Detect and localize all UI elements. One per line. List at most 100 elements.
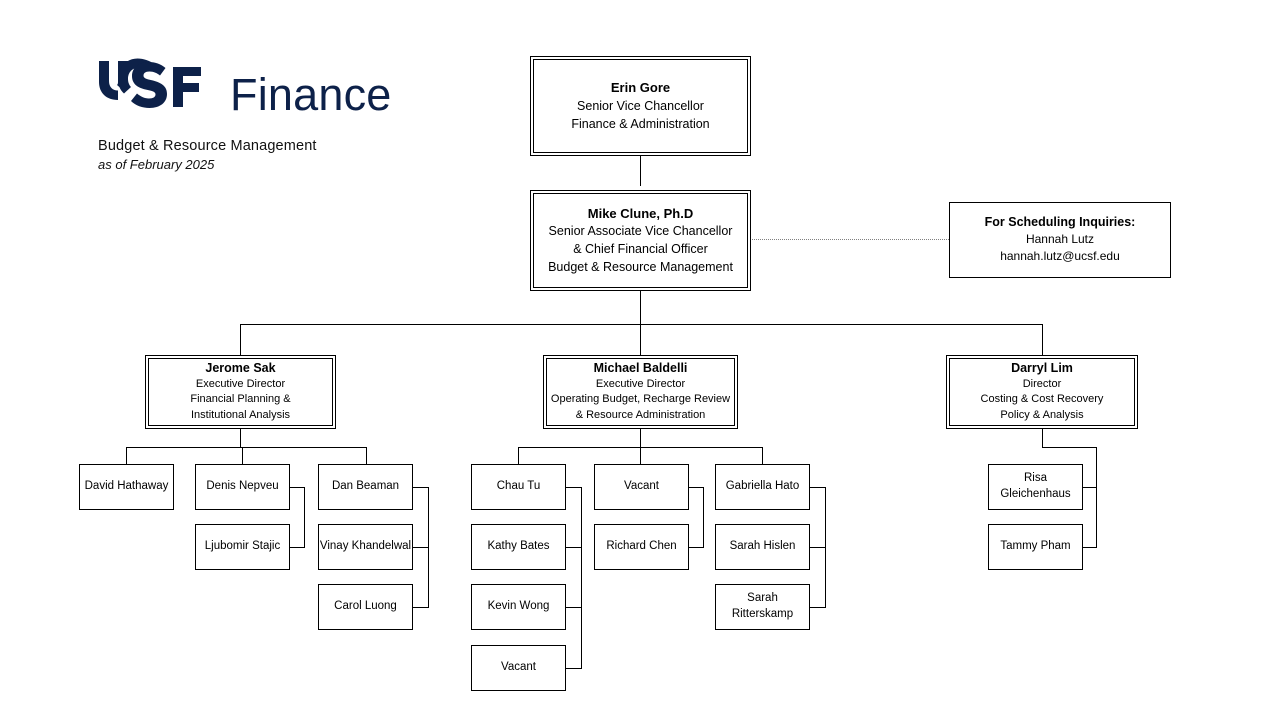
connector-directors-bus	[240, 324, 1043, 325]
connector-bus-to-lim	[1042, 324, 1043, 355]
node-name: Erin Gore	[610, 80, 671, 96]
node-michael-baldelli[interactable]: Michael Baldelli Executive Director Oper…	[543, 355, 738, 429]
connector-chen-stub	[689, 547, 704, 548]
node-line-3: Institutional Analysis	[190, 409, 291, 422]
node-dan-beaman[interactable]: Dan Beaman	[318, 464, 413, 510]
connector-wong-stub	[566, 607, 582, 608]
node-name: Kevin Wong	[487, 600, 550, 613]
connector-nepveu-spine	[304, 487, 305, 547]
node-chau-tu[interactable]: Chau Tu	[471, 464, 566, 510]
connector-ritterskamp-stub	[810, 607, 826, 608]
node-gabriella-hato[interactable]: Gabriella Hato	[715, 464, 810, 510]
node-kevin-wong[interactable]: Kevin Wong	[471, 584, 566, 630]
node-line-1: Senior Vice Chancellor	[577, 98, 704, 113]
node-name: Richard Chen	[606, 540, 677, 553]
connector-baldelli-to-hato-group	[762, 447, 763, 464]
node-risa-gleichenhaus[interactable]: Risa Gleichenhaus	[988, 464, 1083, 510]
node-kathy-bates[interactable]: Kathy Bates	[471, 524, 566, 570]
as-of-date: as of February 2025	[98, 157, 215, 172]
node-line-2: Finance & Administration	[571, 116, 710, 131]
node-name: Carol Luong	[334, 600, 397, 613]
node-name: Vacant	[624, 480, 659, 493]
node-name: Vacant	[501, 661, 536, 674]
connector-bus-to-sak	[240, 324, 241, 355]
node-tammy-pham[interactable]: Tammy Pham	[988, 524, 1083, 570]
connector-hato-stub	[810, 487, 826, 488]
node-line-3: Policy & Analysis	[1000, 409, 1084, 422]
node-name: Mike Clune, Ph.D	[587, 205, 694, 221]
connector-sak-to-beaman-group	[366, 447, 367, 464]
node-scheduling-inquiries[interactable]: For Scheduling Inquiries: Hannah Lutz ha…	[949, 202, 1171, 278]
org-chart-canvas: Finance Budget & Resource Management as …	[0, 0, 1280, 720]
connector-lim-spine	[1096, 447, 1097, 547]
node-name: Darryl Lim	[1011, 360, 1073, 375]
connector-sak-bus	[126, 447, 367, 448]
connector-beaman-stub	[413, 487, 429, 488]
connector-sak-to-hathaway	[126, 447, 127, 464]
node-name-line-1: Sarah	[747, 592, 778, 605]
connector-midvacant-stub	[689, 487, 704, 488]
node-title: For Scheduling Inquiries:	[984, 215, 1136, 230]
node-ljubomir-stajic[interactable]: Ljubomir Stajic	[195, 524, 290, 570]
node-erin-gore[interactable]: Erin Gore Senior Vice Chancellor Finance…	[530, 56, 751, 156]
logo-lockup: Finance	[98, 58, 498, 120]
node-name-line-1: Risa	[1023, 472, 1047, 485]
connector-nepveu-stub	[289, 487, 305, 488]
connector-evc-to-cfo	[640, 156, 641, 186]
connector-luong-stub	[413, 607, 429, 608]
connector-lim-bus	[1042, 447, 1097, 448]
node-name: Jerome Sak	[205, 360, 276, 375]
node-name: David Hathaway	[84, 480, 169, 493]
node-line-1: Executive Director	[595, 377, 686, 390]
node-line-3: & Resource Administration	[575, 409, 706, 422]
node-david-hathaway[interactable]: David Hathaway	[79, 464, 174, 510]
node-line-2: & Chief Financial Officer	[573, 242, 708, 257]
node-richard-chen[interactable]: Richard Chen	[594, 524, 689, 570]
connector-baldelli-to-vacant-group	[640, 447, 641, 464]
node-vacant-middle[interactable]: Vacant	[594, 464, 689, 510]
connector-baldelli-down	[640, 429, 641, 447]
node-darryl-lim[interactable]: Darryl Lim Director Costing & Cost Recov…	[946, 355, 1138, 429]
node-line-2: Costing & Cost Recovery	[980, 393, 1104, 406]
connector-pham-stub	[1082, 547, 1097, 548]
connector-midvacant-spine	[703, 487, 704, 547]
node-line-1: Executive Director	[195, 377, 286, 390]
node-name: Sarah Hislen	[729, 540, 796, 553]
node-name-line-2: Gleichenhaus	[1000, 488, 1071, 500]
node-name: Denis Nepveu	[206, 480, 279, 493]
node-denis-nepveu[interactable]: Denis Nepveu	[195, 464, 290, 510]
node-sarah-hislen[interactable]: Sarah Hislen	[715, 524, 810, 570]
connector-lim-down	[1042, 429, 1043, 447]
connector-risa-stub	[1082, 487, 1097, 488]
node-contact-email: hannah.lutz@ucsf.edu	[1000, 249, 1120, 264]
node-line-3: Budget & Resource Management	[548, 260, 733, 275]
brand-header: Finance Budget & Resource Management as …	[98, 58, 498, 172]
node-name: Ljubomir Stajic	[204, 540, 281, 553]
node-name: Chau Tu	[496, 480, 541, 493]
connector-stajic-stub	[289, 547, 305, 548]
unit-title: Budget & Resource Management	[98, 138, 317, 154]
node-mike-clune[interactable]: Mike Clune, Ph.D Senior Associate Vice C…	[530, 190, 751, 291]
node-jerome-sak[interactable]: Jerome Sak Executive Director Financial …	[145, 355, 336, 429]
node-contact-name: Hannah Lutz	[1025, 232, 1095, 247]
connector-sak-down	[240, 429, 241, 447]
node-line-1: Director	[1022, 377, 1062, 390]
node-carol-luong[interactable]: Carol Luong	[318, 584, 413, 630]
node-name: Vinay Khandelwal	[319, 540, 412, 553]
node-sarah-ritterskamp[interactable]: Sarah Ritterskamp	[715, 584, 810, 630]
connector-bates-stub	[566, 547, 582, 548]
connector-tu-stub	[566, 487, 582, 488]
node-line-2: Financial Planning &	[190, 393, 291, 406]
node-vinay-khandelwal[interactable]: Vinay Khandelwal	[318, 524, 413, 570]
node-vacant-chau-tu-column[interactable]: Vacant	[471, 645, 566, 691]
connector-cfo-to-scheduling	[752, 239, 949, 240]
node-name: Tammy Pham	[1000, 540, 1071, 553]
connector-hislen-stub	[810, 547, 826, 548]
connector-sak-to-nepveu-group	[242, 447, 243, 464]
node-name: Gabriella Hato	[725, 480, 800, 493]
connector-tu-spine	[581, 487, 582, 668]
node-name: Michael Baldelli	[593, 360, 688, 375]
connector-khandelwal-stub	[413, 547, 429, 548]
finance-wordmark: Finance	[230, 69, 392, 120]
connector-bus-to-baldelli	[640, 324, 641, 355]
